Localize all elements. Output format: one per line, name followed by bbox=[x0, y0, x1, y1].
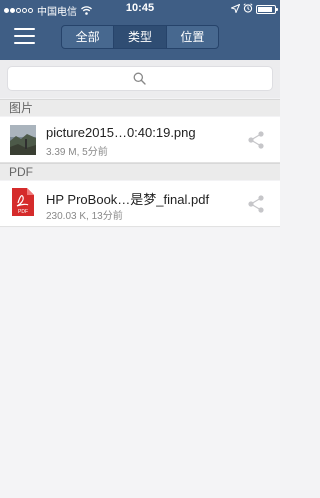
search-bar bbox=[0, 60, 280, 98]
status-right bbox=[230, 3, 278, 16]
file-row-pdf[interactable]: PDF HP ProBook…是梦_final.pdf 230.03 K, 13… bbox=[0, 181, 280, 227]
battery-level bbox=[258, 7, 272, 12]
top-bar: 中国电信 10:45 全部 类型 位置 bbox=[0, 0, 280, 60]
search-icon bbox=[133, 72, 146, 90]
tab-all[interactable]: 全部 bbox=[62, 26, 113, 48]
section-header-pdf: PDF bbox=[0, 163, 280, 180]
pdf-icon: PDF bbox=[12, 188, 34, 221]
view-mode-tabs: 全部 类型 位置 bbox=[61, 25, 219, 49]
file-meta: 3.39 M, 5分前 bbox=[46, 147, 108, 158]
status-bar: 中国电信 10:45 bbox=[0, 0, 280, 18]
location-icon bbox=[230, 3, 241, 16]
image-thumbnail bbox=[10, 125, 36, 155]
section-header-images: 图片 bbox=[0, 99, 280, 116]
search-box bbox=[7, 66, 273, 91]
file-meta: 230.03 K, 13分前 bbox=[46, 211, 123, 222]
share-icon[interactable] bbox=[248, 195, 264, 218]
file-row-image[interactable]: picture2015…0:40:19.png 3.39 M, 5分前 bbox=[0, 117, 280, 163]
file-name: picture2015…0:40:19.png bbox=[46, 125, 196, 140]
file-name: HP ProBook…是梦_final.pdf bbox=[46, 192, 210, 207]
tab-type[interactable]: 类型 bbox=[113, 26, 166, 48]
alarm-icon bbox=[243, 3, 253, 16]
empty-list-area bbox=[0, 228, 280, 498]
battery-icon bbox=[256, 5, 278, 14]
hamburger-menu-icon[interactable] bbox=[14, 28, 35, 44]
share-icon[interactable] bbox=[248, 131, 264, 154]
svg-text:PDF: PDF bbox=[18, 209, 28, 215]
tab-location[interactable]: 位置 bbox=[165, 26, 218, 48]
